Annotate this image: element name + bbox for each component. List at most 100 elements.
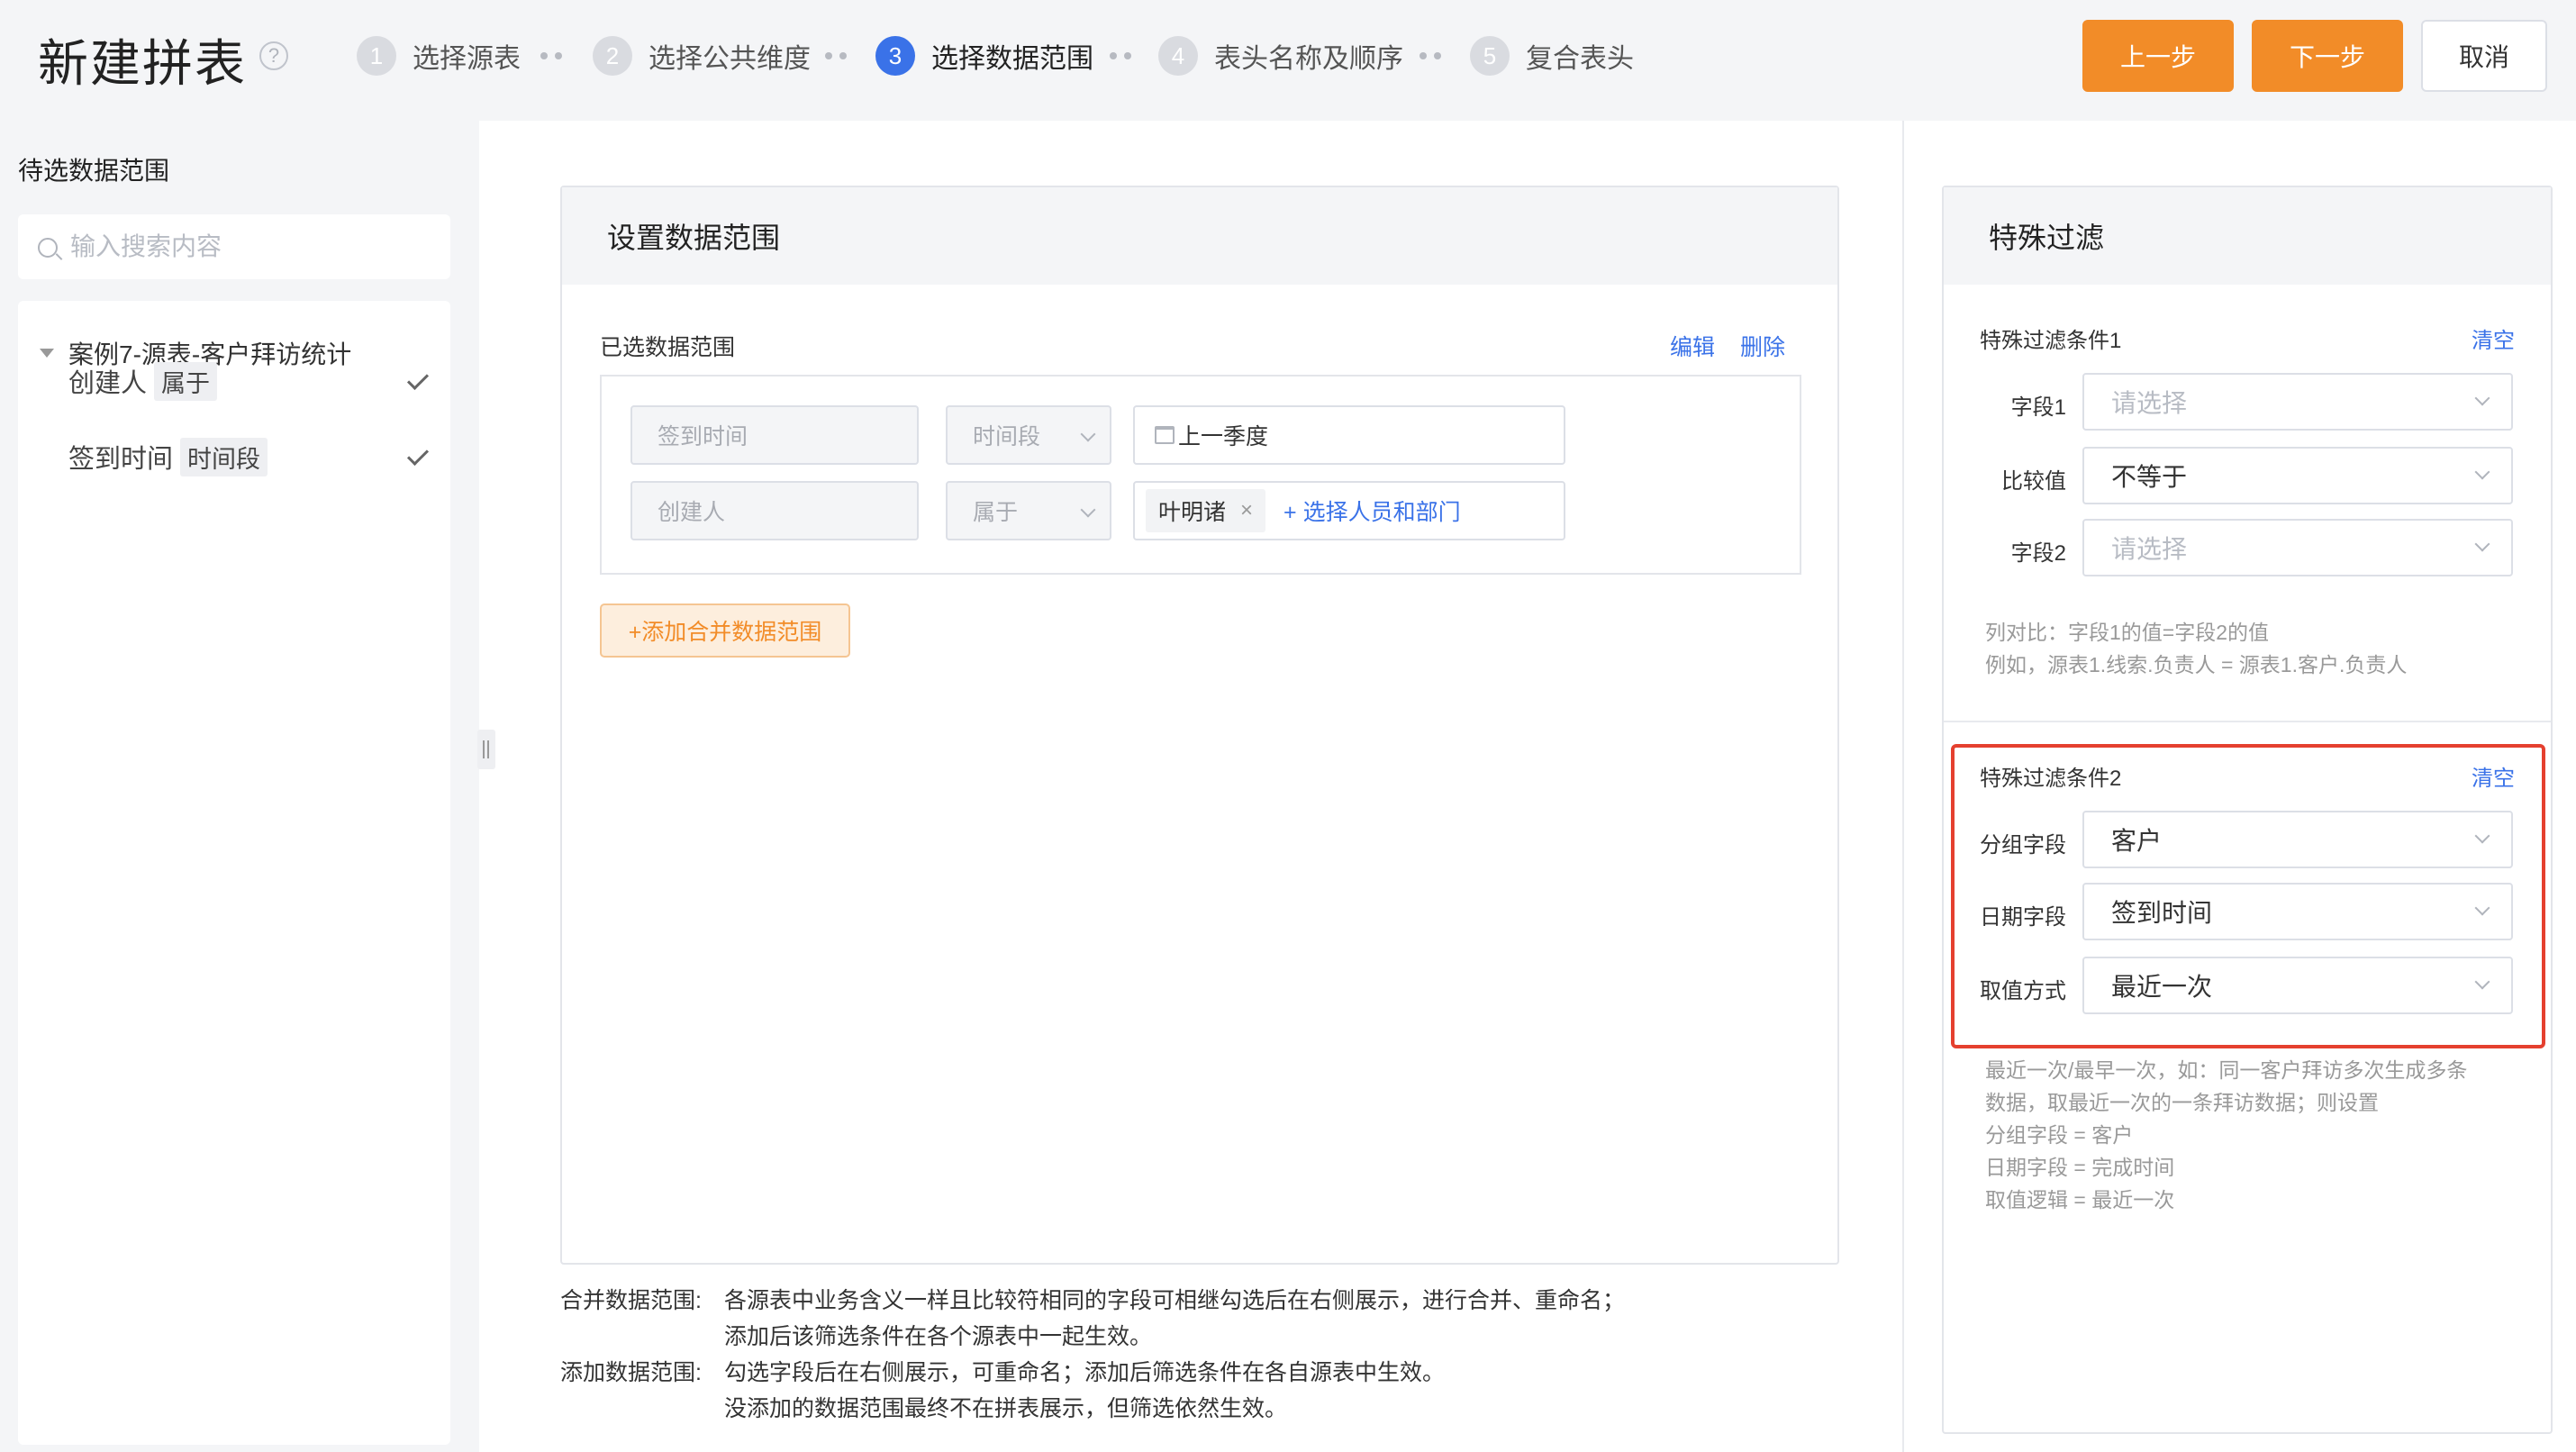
range-value-picker[interactable]: 上一季度 (1133, 405, 1565, 465)
chevron-down-icon (1080, 502, 1096, 518)
date-field-value: 签到时间 (2111, 899, 2213, 927)
check-icon (406, 368, 430, 391)
chevron-down-icon (2474, 974, 2490, 990)
step-label: 选择公共维度 (649, 44, 811, 74)
check-icon (406, 443, 430, 467)
caret-down-icon[interactable] (40, 349, 54, 358)
step-number: 2 (593, 36, 632, 76)
note-text: 勾选字段后在右侧展示，可重命名；添加后筛选条件在各自源表中生效。 (724, 1360, 1446, 1385)
field2-select[interactable]: 请选择 (2082, 519, 2513, 576)
member-tag-label: 叶明诸 (1158, 500, 1227, 525)
special-filter-card: 特殊过滤 特殊过滤条件1 清空 字段1 请选择 比较值 不等于 字段2 请选择 … (1942, 186, 2553, 1434)
step-separator (1420, 52, 1441, 59)
select-members-link[interactable]: + 选择人员和部门 (1283, 495, 1461, 527)
compare-select[interactable]: 不等于 (2082, 447, 2513, 504)
note-text: 各源表中业务含义一样且比较符相同的字段可相继勾选后在右侧展示，进行合并、重命名； (724, 1288, 1626, 1313)
operator-value: 属于 (973, 500, 1019, 525)
note-merge-cont: 添加后该筛选条件在各个源表中一起生效。 (560, 1319, 1625, 1355)
candidate-range-panel: 待选数据范围 案例7-源表-客户拜访统计 创建人 属于 签到时间 时间段 (0, 121, 479, 1452)
group-field-label: 分组字段 (1980, 833, 2066, 858)
tree-item-creator[interactable]: 创建人 属于 (68, 358, 447, 404)
clear-condition-2-link[interactable]: 清空 (2472, 760, 2515, 792)
search-input[interactable] (70, 229, 431, 265)
step-separator (1110, 52, 1131, 59)
step-5[interactable]: 5 复合表头 (1470, 34, 1634, 77)
range-field: 签到时间 (630, 405, 919, 465)
data-range-card: 设置数据范围 已选数据范围 编辑 删除 签到时间 时间段 上一季度 创建人 属于… (560, 186, 1839, 1265)
step-label: 选择数据范围 (931, 44, 1093, 74)
filter-condition-1-title: 特殊过滤条件1 (1980, 329, 2122, 353)
member-picker[interactable]: 叶明诸 × + 选择人员和部门 (1133, 481, 1565, 540)
step-label: 表头名称及顺序 (1214, 44, 1403, 74)
step-separator (540, 52, 562, 59)
note-text: 添加后该筛选条件在各个源表中一起生效。 (724, 1324, 1153, 1349)
cancel-button[interactable]: 取消 (2421, 20, 2547, 92)
close-icon[interactable]: × (1240, 498, 1253, 523)
field2-label: 字段2 (2010, 541, 2066, 566)
tree-item-name: 创建人 (68, 369, 148, 398)
selected-range-box: 签到时间 时间段 上一季度 创建人 属于 叶明诸 × + 选择人员和部门 (600, 375, 1801, 575)
edit-link[interactable]: 编辑 (1670, 330, 1715, 362)
panel-resize-handle[interactable] (477, 730, 495, 769)
tree-item-name: 签到时间 (68, 445, 174, 474)
step-number: 1 (357, 36, 396, 76)
value-mode-label: 取值方式 (1980, 979, 2066, 1003)
range-notes: 合并数据范围: 各源表中业务含义一样且比较符相同的字段可相继勾选后在右侧展示，进… (560, 1283, 1625, 1427)
group-field-select[interactable]: 客户 (2082, 811, 2513, 868)
calendar-icon (1155, 426, 1175, 444)
compare-label: 比较值 (2001, 469, 2066, 494)
card-title: 设置数据范围 (562, 187, 1837, 285)
step-2[interactable]: 2 选择公共维度 (593, 34, 811, 77)
note-add-cont: 没添加的数据范围最终不在拼表展示，但筛选依然生效。 (560, 1391, 1625, 1427)
value-mode-value: 最近一次 (2111, 973, 2213, 1001)
chevron-down-icon (2474, 464, 2490, 480)
operator-value: 时间段 (973, 424, 1041, 449)
help-icon[interactable]: ? (259, 41, 288, 70)
step-number: 3 (875, 36, 915, 76)
chevron-down-icon (2474, 390, 2490, 406)
date-field-label: 日期字段 (1980, 905, 2066, 930)
note-key: 合并数据范围: (560, 1288, 702, 1313)
member-tag: 叶明诸 × (1146, 489, 1266, 532)
section-divider (1944, 721, 2551, 722)
search-box[interactable] (18, 214, 450, 279)
column-divider (1902, 121, 1904, 1452)
step-label: 选择源表 (413, 44, 521, 74)
step-label: 复合表头 (1526, 44, 1634, 74)
chevron-down-icon (2474, 900, 2490, 916)
note-text: 没添加的数据范围最终不在拼表展示，但筛选依然生效。 (724, 1396, 1288, 1421)
step-separator (825, 52, 847, 59)
card-title: 特殊过滤 (1944, 187, 2551, 285)
value-mode-select[interactable]: 最近一次 (2082, 957, 2513, 1014)
range-operator-select: 时间段 (946, 405, 1111, 465)
next-step-button[interactable]: 下一步 (2252, 20, 2403, 92)
delete-link[interactable]: 删除 (1740, 330, 1785, 362)
step-4[interactable]: 4 表头名称及顺序 (1158, 34, 1403, 77)
field2-placeholder: 请选择 (2111, 535, 2188, 563)
filter-condition-2-title: 特殊过滤条件2 (1980, 767, 2122, 791)
top-header: 新建拼表 ? 1 选择源表 2 选择公共维度 3 选择数据范围 4 表头名称及顺… (0, 0, 2576, 121)
prev-step-button[interactable]: 上一步 (2082, 20, 2234, 92)
search-icon (38, 238, 58, 258)
chevron-down-icon (1080, 426, 1096, 442)
field1-select[interactable]: 请选择 (2082, 373, 2513, 431)
field-tree: 案例7-源表-客户拜访统计 创建人 属于 签到时间 时间段 (18, 301, 450, 1445)
condition-2-hint: 最近一次/最早一次，如：同一客户拜访多次生成多条 数据，取最近一次的一条拜访数据… (1985, 1058, 2468, 1212)
step-1[interactable]: 1 选择源表 (357, 34, 521, 77)
compare-value: 不等于 (2111, 463, 2188, 491)
note-merge: 合并数据范围: 各源表中业务含义一样且比较符相同的字段可相继勾选后在右侧展示，进… (560, 1283, 1625, 1319)
field1-label: 字段1 (2010, 395, 2066, 420)
step-3[interactable]: 3 选择数据范围 (875, 34, 1093, 77)
operator-tag: 时间段 (180, 437, 268, 476)
page-title: 新建拼表 (38, 35, 247, 92)
date-field-select[interactable]: 签到时间 (2082, 883, 2513, 940)
chevron-down-icon (2474, 536, 2490, 552)
condition-1-hint: 列对比：字段1的值=字段2的值 例如，源表1.线索.负责人 = 源表1.客户.负… (1985, 621, 2408, 676)
tree-item-checkin-time[interactable]: 签到时间 时间段 (68, 434, 447, 479)
clear-condition-1-link[interactable]: 清空 (2472, 322, 2515, 354)
panel-title: 待选数据范围 (18, 157, 170, 185)
chevron-down-icon (2474, 828, 2490, 844)
range-operator-select: 属于 (946, 481, 1111, 540)
add-merge-range-button[interactable]: +添加合并数据范围 (600, 603, 850, 658)
group-field-value: 客户 (2111, 827, 2163, 855)
